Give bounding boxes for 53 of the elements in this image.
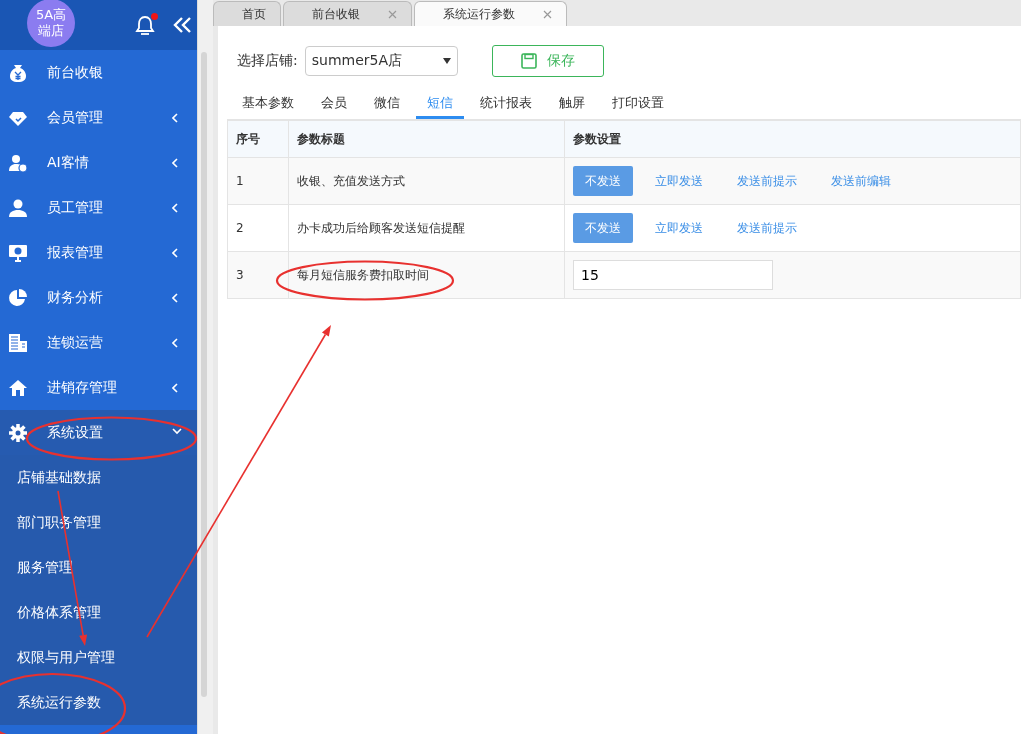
settings-tab[interactable]: 打印设置: [601, 90, 675, 119]
money-bag-icon: [8, 62, 28, 83]
column-header: 参数标题: [288, 120, 565, 158]
settings-tab[interactable]: 微信: [363, 90, 411, 119]
sidebar-item[interactable]: 进销存管理: [0, 365, 197, 410]
input-field[interactable]: 15: [573, 260, 773, 290]
building-icon: [8, 332, 28, 353]
settings-tab[interactable]: 触屏: [548, 90, 596, 119]
person-icon: [8, 197, 28, 218]
monitor-icon: [8, 242, 28, 263]
table-cell: 每月短信服务费扣取时间: [297, 267, 429, 282]
page-tab[interactable]: 首页: [213, 1, 281, 26]
person-icon: [8, 152, 28, 173]
page-tab[interactable]: 前台收银: [283, 1, 412, 26]
table-cell: 2: [227, 204, 289, 252]
sidebar-item[interactable]: 连锁运营: [0, 320, 197, 365]
option-button[interactable]: 发送前提示: [725, 166, 809, 196]
submenu-item[interactable]: 权限与用户管理: [0, 635, 115, 680]
option-button[interactable]: 发送前编辑: [819, 166, 903, 196]
sidebar-item[interactable]: AI客情: [0, 140, 197, 185]
table-cell: 1: [227, 157, 289, 205]
house-icon: [8, 377, 28, 398]
column-header: 参数设置: [564, 120, 1021, 158]
submenu-item[interactable]: 店铺基础数据: [0, 455, 101, 500]
store-label: 选择店铺:: [237, 52, 298, 70]
option-button[interactable]: 立即发送: [643, 166, 715, 196]
table-cell: 收银、充值发送方式: [297, 173, 405, 188]
settings-tab[interactable]: 统计报表: [469, 90, 543, 119]
sidebar-item[interactable]: 前台收银: [0, 50, 197, 95]
store-avatar: 5A高端店: [27, 0, 75, 47]
settings-tab[interactable]: 会员: [310, 90, 358, 119]
submenu-item[interactable]: 系统运行参数: [0, 680, 101, 725]
sidebar-item[interactable]: 财务分析: [0, 275, 197, 320]
option-button[interactable]: 发送前提示: [725, 213, 809, 243]
close-icon: [388, 9, 397, 19]
store-dropdown[interactable]: summer5A店: [304, 46, 458, 76]
page-tab[interactable]: 系统运行参数: [414, 1, 567, 26]
sidebar-item[interactable]: 系统设置: [0, 410, 197, 455]
table-cell: 办卡成功后给顾客发送短信提醒: [297, 220, 465, 235]
settings-icon: [8, 422, 28, 443]
bell-icon: [135, 14, 155, 36]
sidebar-item[interactable]: 报表管理: [0, 230, 197, 275]
double-chevron-icon[interactable]: [173, 16, 192, 34]
dropdown-arrow-icon: [442, 58, 451, 64]
table-cell: 3: [227, 251, 289, 299]
scrollbar[interactable]: [197, 0, 213, 734]
sidebar-item[interactable]: 员工管理: [0, 185, 197, 230]
close-icon: [543, 9, 552, 19]
pie-chart-icon: [8, 287, 28, 308]
settings-tab[interactable]: 基本参数: [231, 90, 305, 119]
option-button[interactable]: 立即发送: [643, 213, 715, 243]
sidebar-item[interactable]: 会员管理: [0, 95, 197, 140]
column-header: 序号: [227, 120, 289, 158]
